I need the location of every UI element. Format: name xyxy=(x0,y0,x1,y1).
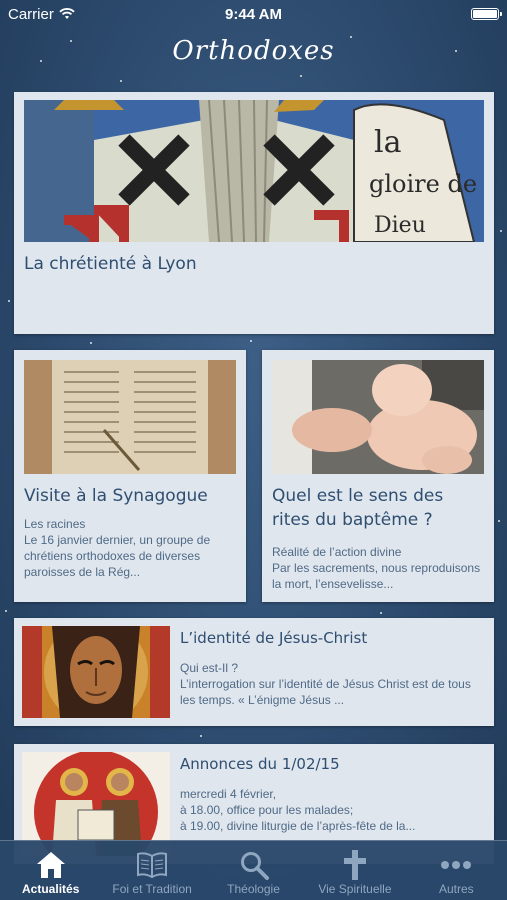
tab-vie-spirituelle[interactable]: Vie Spirituelle xyxy=(304,841,405,900)
icon-christ-image xyxy=(22,626,170,718)
page-title: Orthodoxes xyxy=(172,36,335,66)
status-bar: Carrier 9:44 AM xyxy=(0,0,507,28)
article-title: Quel est le sens des rites du baptême ? xyxy=(272,486,444,530)
article-title: Annonces du 1/02/15 xyxy=(180,755,340,773)
tab-theologie[interactable]: Théologie xyxy=(203,841,304,900)
article-excerpt: Le 16 janvier dernier, un groupe de chré… xyxy=(24,533,211,579)
hero-image-text-3: Dieu xyxy=(374,213,426,238)
article-card-jesus[interactable]: L’identité de Jésus-Christ Qui est-Il ? … xyxy=(14,618,494,726)
clock: 9:44 AM xyxy=(225,5,282,23)
tab-label: Autres xyxy=(438,882,474,896)
search-icon xyxy=(239,848,269,882)
article-category: Réalité de l’action divine xyxy=(272,545,402,559)
hero-image-text-2: gloire de xyxy=(369,170,477,198)
baptism-image xyxy=(272,360,484,474)
article-category: Les racines xyxy=(24,517,86,531)
article-card-bapteme[interactable]: Quel est le sens des rites du baptême ? … xyxy=(262,350,494,602)
article-card-synagogue[interactable]: Visite à la Synagogue Les racines Le 16 … xyxy=(14,350,246,602)
article-title: Visite à la Synagogue xyxy=(24,486,208,506)
more-icon xyxy=(440,848,472,882)
article-excerpt: L’interrogation sur l’identité de Jésus … xyxy=(180,677,471,707)
article-title: L’identité de Jésus-Christ xyxy=(180,629,368,647)
torah-scroll-image xyxy=(24,360,236,474)
tab-label: Vie Spirituelle xyxy=(318,882,392,896)
hero-image-text-1: la xyxy=(374,125,402,160)
tab-bar: Actualités Foi et Tradition Théologie Vi… xyxy=(0,840,507,900)
tab-actualites[interactable]: Actualités xyxy=(0,841,101,900)
tab-foi-tradition[interactable]: Foi et Tradition xyxy=(101,841,202,900)
battery-icon xyxy=(471,8,502,20)
home-icon xyxy=(36,848,66,882)
tab-label: Foi et Tradition xyxy=(112,882,192,896)
announce-line: à 18.00, office pour les malades; xyxy=(180,803,354,817)
article-category: Qui est-Il ? xyxy=(180,661,239,675)
announce-line: mercredi 4 février, xyxy=(180,787,277,801)
hero-title: La chrétienté à Lyon xyxy=(24,254,197,274)
announce-line: à 19.00, divine liturgie de l’après-fête… xyxy=(180,819,416,833)
tab-autres[interactable]: Autres xyxy=(406,841,507,900)
tab-label: Théologie xyxy=(227,882,280,896)
hero-article-card[interactable]: la gloire de Dieu La chrétienté à Lyon xyxy=(14,92,494,334)
book-icon xyxy=(136,848,168,882)
article-excerpt: Par les sacrements, nous reproduisons la… xyxy=(272,561,481,591)
hero-image: la gloire de Dieu xyxy=(24,100,484,242)
cross-icon xyxy=(343,848,367,882)
tab-label: Actualités xyxy=(22,882,80,896)
